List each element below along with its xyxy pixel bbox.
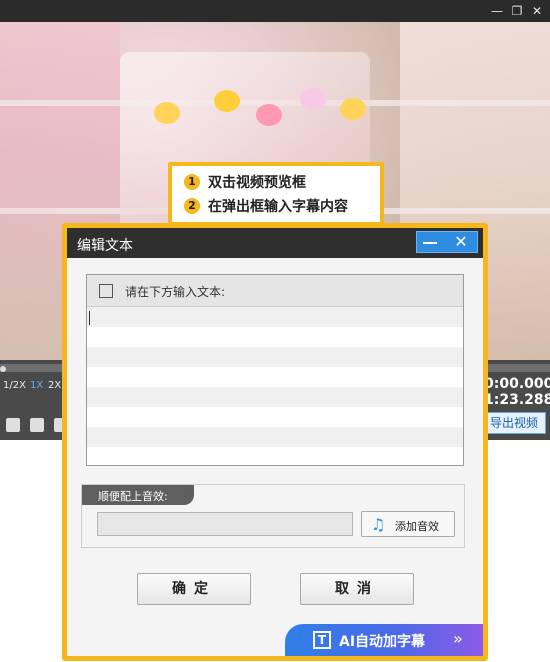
- text-line: [87, 347, 463, 367]
- current-time: 0:00.000: [484, 376, 550, 392]
- cancel-button[interactable]: 取消: [300, 573, 414, 605]
- folder-icon[interactable]: [30, 418, 44, 432]
- text-line: [87, 387, 463, 407]
- sticker-image: [154, 102, 180, 124]
- edit-text-dialog: 编辑文本 ✕ 请在下方输入文本: 顺便配上音效: ♪ ♫ 添加音效 确定 取消: [62, 223, 488, 661]
- text-input-header: 请在下方输入文本:: [87, 275, 463, 307]
- dialog-title-bar: 编辑文本 ✕: [67, 228, 483, 258]
- sticker-image: [214, 90, 240, 112]
- close-icon[interactable]: ✕: [451, 232, 471, 252]
- export-video-button[interactable]: 导出视频: [482, 412, 546, 434]
- text-line: [87, 307, 463, 327]
- ai-subtitle-label: AI自动加字幕: [339, 634, 426, 650]
- step-number-1: 1: [184, 174, 200, 190]
- text-input-prompt: 请在下方输入文本:: [125, 285, 226, 299]
- sound-effect-tag: 顺便配上音效:: [82, 485, 194, 505]
- ai-subtitle-button[interactable]: T AI自动加字幕 »: [285, 624, 483, 656]
- dialog-window-controls: ✕: [416, 231, 478, 253]
- restore-window-button[interactable]: ❐: [508, 2, 526, 20]
- music-note-icon: ♪: [182, 483, 197, 508]
- dialog-title: 编辑文本: [77, 238, 133, 254]
- edit-icon: [99, 284, 113, 298]
- text-caret: [89, 311, 90, 325]
- step-text-1: 双击视频预览框: [208, 175, 306, 191]
- sticker-image: [340, 98, 366, 120]
- toolbar: [0, 418, 70, 436]
- double-chevron-right-icon: »: [453, 629, 463, 648]
- text-input-area[interactable]: 请在下方输入文本:: [86, 274, 464, 466]
- add-music-icon: ♫: [371, 515, 386, 534]
- text-line: [87, 427, 463, 447]
- minimize-icon[interactable]: [423, 242, 437, 244]
- sticker-image: [300, 88, 326, 110]
- progress-knob[interactable]: [0, 366, 6, 372]
- minimize-window-button[interactable]: —: [488, 2, 506, 20]
- add-sound-button[interactable]: ♫ 添加音效: [361, 511, 455, 537]
- add-sound-label: 添加音效: [395, 520, 439, 533]
- sound-effect-field[interactable]: [97, 512, 353, 536]
- speed-half[interactable]: 1/2X: [3, 380, 26, 391]
- ok-button[interactable]: 确定: [137, 573, 251, 605]
- callout-step-1: 1 双击视频预览框: [184, 172, 306, 192]
- step-number-2: 2: [184, 198, 200, 214]
- step-text-2: 在弹出框输入字幕内容: [208, 199, 348, 215]
- total-time: 1:23.288: [484, 392, 550, 408]
- instruction-callout: 1 双击视频预览框 2 在弹出框输入字幕内容: [168, 162, 384, 226]
- subtitle-icon: T: [313, 631, 331, 649]
- sound-effect-panel: 顺便配上音效: ♪ ♫ 添加音效: [81, 483, 465, 548]
- speed-2x[interactable]: 2X: [48, 380, 61, 391]
- sound-effect-label: 顺便配上音效:: [98, 490, 168, 503]
- settings-icon[interactable]: [6, 418, 20, 432]
- close-window-button[interactable]: ✕: [528, 2, 546, 20]
- sticker-image: [256, 104, 282, 126]
- callout-step-2: 2 在弹出框输入字幕内容: [184, 196, 348, 216]
- window-title-bar: — ❐ ✕: [0, 0, 550, 22]
- speed-1x[interactable]: 1X: [30, 380, 43, 391]
